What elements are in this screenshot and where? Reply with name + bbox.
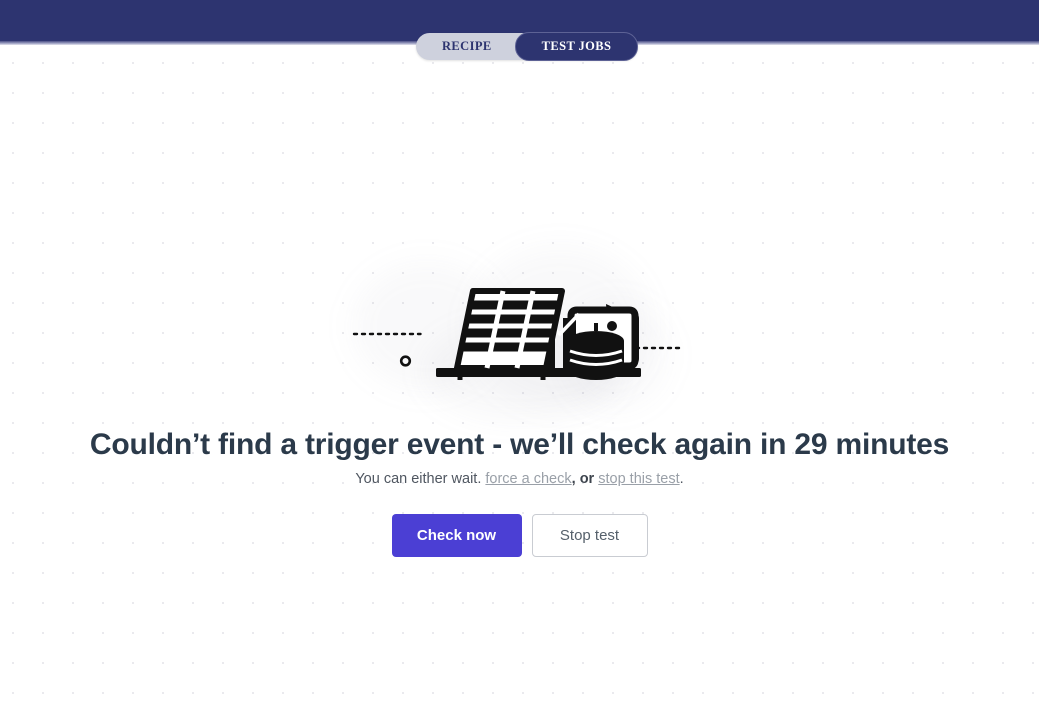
tab-recipe[interactable]: RECIPE bbox=[416, 33, 515, 60]
empty-state-illustration bbox=[340, 268, 700, 398]
page-root: RECIPE TEST JOBS Couldn’t find a trigger… bbox=[0, 0, 1039, 718]
force-a-check-link[interactable]: force a check bbox=[485, 471, 571, 487]
tab-test-jobs[interactable]: TEST JOBS bbox=[514, 32, 639, 61]
illustration-table-grid bbox=[454, 288, 565, 380]
subtitle: You can either wait. force a check, or s… bbox=[0, 471, 1039, 487]
page-title: Couldn’t find a trigger event - we’ll ch… bbox=[89, 428, 950, 461]
subtitle-prefix: You can either wait. bbox=[355, 471, 482, 487]
small-ring-icon bbox=[399, 355, 412, 367]
stop-test-button[interactable]: Stop test bbox=[531, 514, 648, 557]
subtitle-suffix: . bbox=[679, 471, 684, 487]
tab-group: RECIPE TEST JOBS bbox=[416, 32, 639, 61]
action-button-row: Check now Stop test bbox=[0, 514, 1039, 557]
stop-this-test-link[interactable]: stop this test bbox=[598, 471, 679, 487]
check-now-button[interactable]: Check now bbox=[391, 514, 522, 557]
subtitle-middle: , or bbox=[571, 471, 595, 487]
